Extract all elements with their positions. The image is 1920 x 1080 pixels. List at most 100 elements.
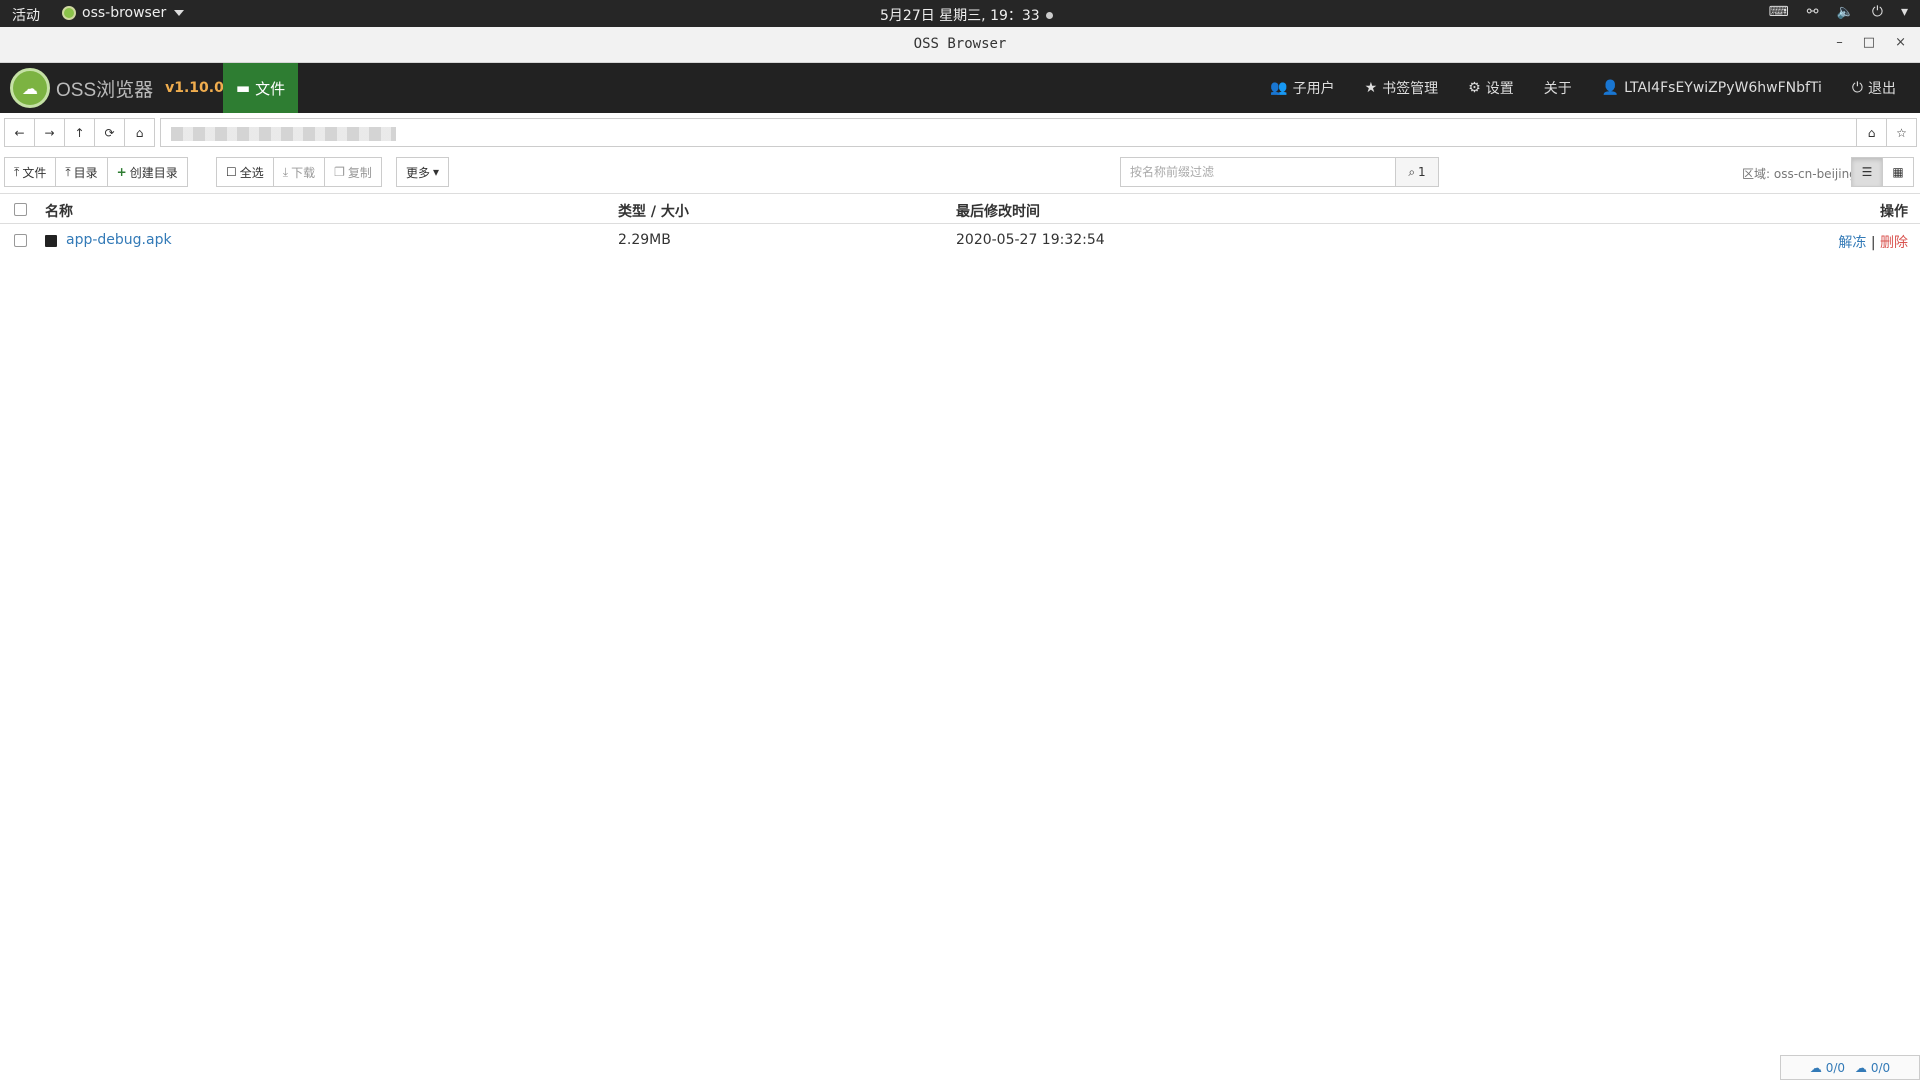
power-icon[interactable]: ⏻ — [1872, 4, 1883, 20]
select-all-button[interactable]: ☐ 全选 — [216, 157, 274, 187]
action-separator: | — [1870, 235, 1876, 251]
bookmark-button[interactable]: ☆ — [1886, 118, 1917, 147]
navbar-right-menu: 👥 子用户 ★ 书签管理 ⚙ 设置 关于 👤 LTAI4FsEYwiZPyW6h… — [1270, 63, 1896, 113]
window-controls: – □ × — [1836, 35, 1906, 50]
tab-files-label: 文件 — [255, 79, 286, 98]
close-button[interactable]: × — [1895, 35, 1906, 50]
select-all-checkbox[interactable] — [14, 203, 27, 216]
system-tray: ⌨ ⚯ 🔈 ⏻ ▾ — [1769, 4, 1909, 20]
header-type-size[interactable]: 类型 / 大小 — [618, 201, 689, 221]
back-button[interactable]: ← — [4, 118, 35, 147]
header-actions: 操作 — [1880, 204, 1908, 220]
header-modified[interactable]: 最后修改时间 — [956, 201, 1040, 221]
network-icon[interactable]: ⚯ — [1807, 4, 1819, 20]
grid-view-button[interactable]: ▦ — [1882, 157, 1914, 187]
about-label: 关于 — [1543, 81, 1572, 97]
users-icon: 👥 — [1270, 80, 1288, 96]
brand-name: OSS浏览器 — [56, 79, 154, 101]
view-switcher: ☰ ▦ — [1851, 157, 1914, 187]
app-menu-label: oss-browser — [82, 5, 167, 21]
list-view-button[interactable]: ☰ — [1851, 157, 1883, 187]
maximize-button[interactable]: □ — [1863, 35, 1875, 50]
restore-link[interactable]: 解冻 — [1838, 235, 1866, 251]
upload-dir-button[interactable]: ⤒ 目录 — [55, 157, 108, 187]
home-icon: ⌂ — [135, 125, 144, 140]
arrow-right-icon: → — [44, 125, 55, 140]
activities-button[interactable]: 活动 — [12, 5, 40, 25]
volume-icon[interactable]: 🔈 — [1836, 4, 1853, 20]
version-label: v1.10.0 — [165, 80, 224, 96]
cloud-upload-icon: ☁ — [1809, 1060, 1822, 1075]
star-outline-icon: ☆ — [1896, 125, 1907, 140]
file-name-link[interactable]: app-debug.apk — [66, 232, 172, 248]
window-title-bar: OSS Browser – □ × — [0, 27, 1920, 63]
header-name[interactable]: 名称 — [45, 201, 73, 221]
logout-label: 退出 — [1868, 81, 1896, 97]
refresh-button[interactable]: ⟳ — [94, 118, 125, 147]
search-button[interactable]: ⌕ 1 — [1395, 157, 1439, 187]
address-bar: ← → ↑ ⟳ ⌂ ⌂ ☆ — [4, 118, 1917, 149]
up-button[interactable]: ↑ — [64, 118, 95, 147]
create-dir-button[interactable]: + 创建目录 — [106, 157, 188, 187]
account-link[interactable]: 👤 LTAI4FsEYwiZPyW6hwFNbfTi — [1602, 80, 1822, 96]
copy-button[interactable]: ❐ 复制 — [324, 157, 382, 187]
more-dropdown[interactable]: 更多 ▾ — [396, 157, 450, 187]
power-off-icon: ⏻ — [1851, 80, 1863, 96]
about-link[interactable]: 关于 — [1544, 78, 1572, 98]
cloud-logo-icon: ☁ — [10, 68, 50, 108]
tray-chevron-down-icon[interactable]: ▾ — [1901, 4, 1908, 20]
file-toolbar: ⤒ 文件 ⤒ 目录 + 创建目录 ☐ 全选 ⤓ 下载 ❐ 复制 更多 ▾ 按名称… — [4, 157, 1916, 187]
bookmarks-label: 书签管理 — [1382, 81, 1439, 97]
upload-file-label: 文件 — [22, 165, 47, 180]
bookmarks-link[interactable]: ★ 书签管理 — [1365, 78, 1439, 98]
upload-group: ⤒ 文件 ⤒ 目录 + 创建目录 — [4, 157, 188, 187]
set-home-button[interactable]: ⌂ — [1856, 118, 1887, 147]
app-icon — [62, 6, 76, 20]
settings-link[interactable]: ⚙ 设置 — [1468, 78, 1514, 98]
download-button[interactable]: ⤓ 下载 — [272, 157, 326, 187]
home-button[interactable]: ⌂ — [124, 118, 155, 147]
address-input[interactable] — [160, 118, 1857, 147]
upload-dir-label: 目录 — [73, 165, 98, 180]
arrow-left-icon: ← — [14, 125, 25, 140]
create-dir-label: 创建目录 — [129, 165, 178, 180]
minimize-button[interactable]: – — [1836, 35, 1843, 50]
upload-file-button[interactable]: ⤒ 文件 — [4, 157, 57, 187]
transfer-status[interactable]: ☁ 0/0 ☁ 0/0 — [1780, 1055, 1920, 1080]
row-actions: 解冻 | 删除 — [1838, 232, 1908, 252]
plus-icon: + — [116, 165, 127, 179]
download-count: 0/0 — [1870, 1060, 1891, 1075]
folder-icon: ▬ — [235, 79, 251, 97]
upload-icon: ⤒ — [14, 164, 20, 179]
region-label: 区域: oss-cn-beijing — [1742, 167, 1857, 181]
refresh-icon: ⟳ — [104, 125, 115, 140]
forward-button[interactable]: → — [34, 118, 65, 147]
app-navbar: ☁ OSS浏览器 v1.10.0 ▬ 文件 👥 子用户 ★ 书签管理 ⚙ 设置 … — [0, 63, 1920, 113]
system-top-bar: 活动 oss-browser 5月27日 星期三, 19：33 ⌨ ⚯ 🔈 ⏻ … — [0, 0, 1920, 27]
select-all-label: 全选 — [239, 165, 264, 180]
keyboard-icon[interactable]: ⌨ — [1769, 4, 1789, 20]
logout-link[interactable]: ⏻ 退出 — [1852, 78, 1896, 98]
search-count: 1 — [1418, 165, 1426, 179]
clock-label: 5月27日 星期三, 19：33 — [880, 8, 1040, 24]
file-size: 2.29MB — [618, 232, 671, 248]
table-row: app-debug.apk 2.29MB 2020-05-27 19:32:54… — [0, 225, 1920, 256]
home-icon: ⌂ — [1867, 125, 1876, 140]
system-clock[interactable]: 5月27日 星期三, 19：33 — [880, 5, 1053, 25]
download-label: 下载 — [291, 165, 316, 180]
app-menu[interactable]: oss-browser — [62, 5, 185, 21]
delete-link[interactable]: 删除 — [1880, 235, 1908, 251]
file-modified: 2020-05-27 19:32:54 — [956, 232, 1105, 248]
copy-icon: ❐ — [334, 165, 345, 179]
row-checkbox[interactable] — [14, 234, 27, 247]
tab-files[interactable]: ▬ 文件 — [223, 63, 298, 113]
subusers-label: 子用户 — [1292, 81, 1335, 97]
subusers-link[interactable]: 👥 子用户 — [1270, 78, 1334, 98]
nav-buttons: ← → ↑ ⟳ ⌂ — [4, 118, 155, 147]
filter-input[interactable] — [1120, 157, 1396, 187]
upload-count: 0/0 — [1825, 1060, 1845, 1075]
download-icon: ⤓ — [282, 164, 289, 179]
user-icon: 👤 — [1601, 80, 1620, 96]
download-status: ☁ 0/0 — [1855, 1061, 1890, 1075]
arrow-up-icon: ↑ — [74, 125, 85, 140]
